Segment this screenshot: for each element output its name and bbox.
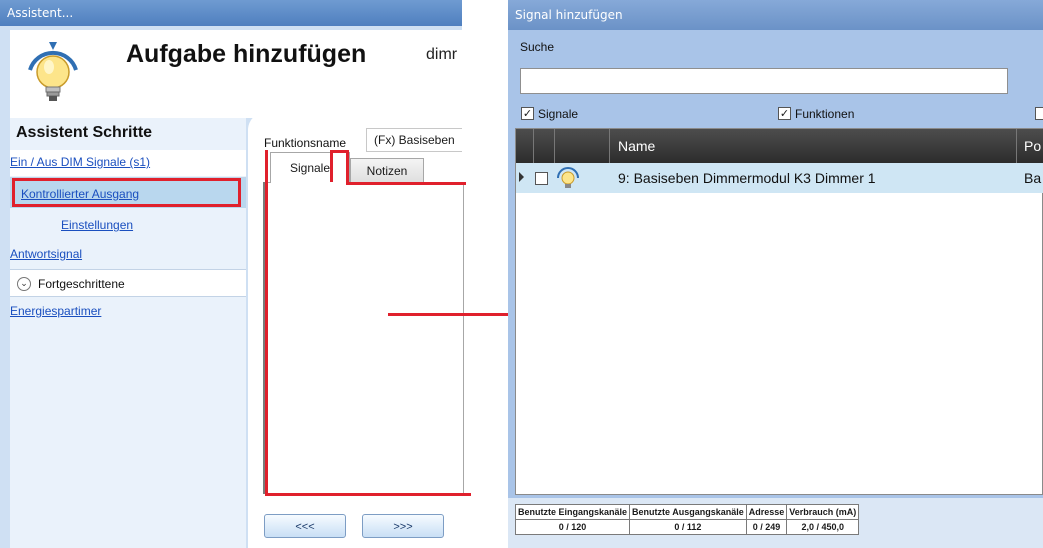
annotation-line [265, 150, 268, 496]
steps-title: Assistent Schritte [16, 124, 153, 141]
page-title: Aufgabe hinzufügen [126, 40, 367, 68]
column-header-pos[interactable]: Po [1024, 138, 1041, 154]
funktionen-checkbox-label: Funktionen [795, 107, 855, 121]
page-title-suffix: dimr [426, 46, 458, 63]
next-button[interactable]: >>> [362, 514, 444, 538]
chevron-down-icon[interactable]: ⌄ [17, 277, 31, 291]
grid-column-separator [609, 129, 610, 163]
column-header-name[interactable]: Name [618, 138, 655, 154]
wizard-title-bar: Assistent... [0, 0, 462, 26]
status-table: Benutzte Eingangskanäle Benutzte Ausgang… [514, 504, 860, 535]
step-label[interactable]: Ein / Aus DIM Signale (s1) [10, 155, 150, 169]
annotation-line [346, 150, 349, 185]
grid-column-separator [1016, 129, 1017, 163]
row-pos-cell: Ba [1024, 170, 1042, 186]
status-header: Verbrauch (mA) [786, 504, 860, 520]
divider [10, 296, 246, 297]
row-indicator-icon [519, 172, 524, 182]
add-signal-title-bar: Signal hinzufügen [508, 0, 1043, 30]
signale-checkbox-label: Signale [538, 107, 579, 121]
step-ein-aus-dim-signale[interactable]: Ein / Aus DIM Signale (s1) [10, 150, 246, 176]
search-label: Suche [520, 40, 555, 54]
function-name-field[interactable]: (Fx) Basiseben [366, 128, 462, 152]
status-value: 2,0 / 450,0 [786, 519, 860, 535]
row-name-cell: 9: Basiseben Dimmermodul K3 Dimmer 1 [618, 170, 876, 186]
step-label[interactable]: Fortgeschrittene [38, 277, 125, 291]
status-value: 0 / 249 [745, 519, 788, 535]
signale-checkbox[interactable]: ✓ [521, 107, 534, 120]
search-input[interactable] [520, 68, 1008, 94]
status-header: Adresse [745, 504, 788, 520]
tab-notizen[interactable]: Notizen [350, 158, 424, 184]
grid-column-separator [533, 129, 534, 163]
funktionen-checkbox[interactable]: ✓ [778, 107, 791, 120]
function-name-label: Funktionsname [264, 136, 347, 150]
step-label[interactable]: Kontrollierter Ausgang [21, 187, 139, 201]
lightbulb-icon [22, 40, 84, 110]
annotation-line [265, 493, 471, 496]
third-checkbox[interactable] [1035, 107, 1043, 120]
step-antwortsignal[interactable]: Antwortsignal [10, 247, 82, 261]
annotation-line [330, 150, 333, 182]
row-checkbox[interactable] [535, 172, 548, 185]
lightbulb-icon [555, 166, 581, 190]
status-header: Benutzte Eingangskanäle [514, 504, 631, 520]
step-einstellungen[interactable]: Einstellungen [61, 218, 133, 232]
status-value: 0 / 120 [514, 519, 631, 535]
back-button[interactable]: <<< [264, 514, 346, 538]
annotation-line [346, 182, 466, 185]
signals-tab-content [265, 182, 464, 496]
step-energiespartimer[interactable]: Energiespartimer [10, 304, 101, 318]
tab-signale[interactable]: Signale [270, 152, 350, 183]
grid-column-separator [554, 129, 555, 163]
status-header: Benutzte Ausgangskanäle [629, 504, 747, 520]
grid-header [516, 129, 1043, 163]
status-value: 0 / 112 [629, 519, 747, 535]
